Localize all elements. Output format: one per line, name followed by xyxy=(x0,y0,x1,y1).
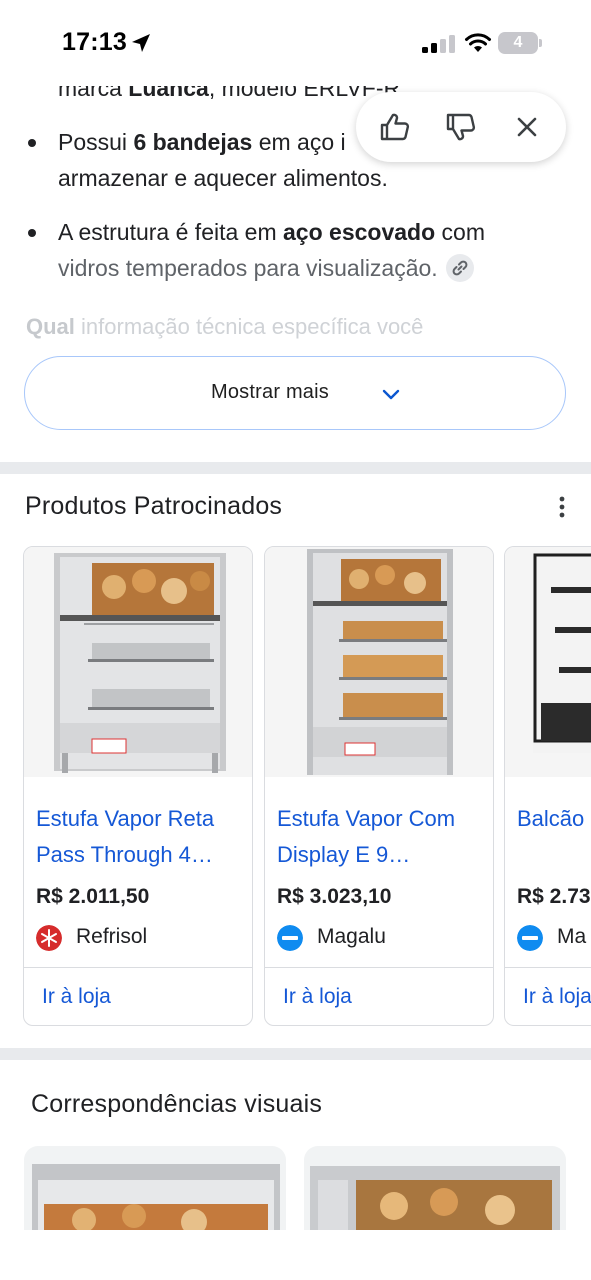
product-card[interactable]: Balcão 0,80M R$ 2.73 Ma Ir à loja xyxy=(504,546,591,1026)
magalu-logo-icon xyxy=(517,925,543,951)
product-title[interactable]: Estufa Vapor Reta Pass Through 4… xyxy=(36,801,246,873)
bullet-dot xyxy=(28,139,36,147)
bullet-dot xyxy=(28,229,36,237)
card-divider xyxy=(24,967,252,968)
source-link-icon[interactable] xyxy=(445,253,474,282)
show-more-button[interactable]: Mostrar mais xyxy=(24,356,566,430)
status-bar: 17:13 4 xyxy=(0,0,591,70)
battery-level: 4 xyxy=(498,32,538,54)
show-more-label: Mostrar mais xyxy=(211,381,329,403)
battery-indicator: 4 xyxy=(498,32,542,54)
product-image[interactable] xyxy=(265,547,493,777)
seller-name: Ma xyxy=(557,925,587,948)
card-divider xyxy=(505,967,591,968)
go-to-store-link[interactable]: Ir à loja xyxy=(42,985,111,1009)
sponsored-products-title: Produtos Patrocinados xyxy=(25,492,283,520)
visual-matches-row[interactable] xyxy=(0,1146,591,1230)
product-card[interactable]: Estufa Vapor Reta Pass Through 4… R$ 2.0… xyxy=(23,546,253,1026)
product-image[interactable] xyxy=(24,547,252,777)
close-icon[interactable] xyxy=(510,110,544,144)
product-card[interactable]: Estufa Vapor Com Display E 9… R$ 3.023,1… xyxy=(264,546,494,1026)
visual-matches-title: Correspondências visuais xyxy=(31,1090,323,1118)
product-title[interactable]: Estufa Vapor Com Display E 9… xyxy=(277,801,487,873)
answer-bullet-structure: A estrutura é feita em aço escovado com … xyxy=(28,214,568,290)
product-title[interactable]: Balcão 0,80M xyxy=(517,801,591,837)
card-divider xyxy=(265,967,493,968)
wifi-icon xyxy=(465,33,491,52)
thumbs-down-icon[interactable] xyxy=(444,110,478,144)
location-arrow-icon xyxy=(132,34,150,52)
status-time: 17:13 xyxy=(62,28,127,56)
product-price: R$ 2.011,50 xyxy=(36,885,150,908)
thumbs-up-icon[interactable] xyxy=(378,110,412,144)
visual-match-card[interactable] xyxy=(304,1146,566,1230)
product-price: R$ 2.73 xyxy=(517,885,591,908)
bullet-text: A estrutura é feita em aço escovado com … xyxy=(58,219,485,282)
section-divider xyxy=(0,462,591,474)
follow-up-question: Qual informação técnica específica você xyxy=(26,314,424,339)
more-options-icon[interactable] xyxy=(552,494,572,520)
product-price: R$ 3.023,10 xyxy=(277,885,392,908)
product-image[interactable] xyxy=(505,547,591,777)
seller-name: Magalu xyxy=(317,925,386,948)
battery-tip xyxy=(539,39,542,47)
refrisol-logo-icon xyxy=(36,925,62,951)
cellular-signal-icon xyxy=(422,35,455,53)
feedback-popup xyxy=(356,92,566,162)
magalu-logo-icon xyxy=(277,925,303,951)
sponsored-carousel[interactable]: Estufa Vapor Reta Pass Through 4… R$ 2.0… xyxy=(0,546,591,1028)
go-to-store-link[interactable]: Ir à loja xyxy=(523,985,591,1009)
visual-match-card[interactable] xyxy=(24,1146,286,1230)
section-divider xyxy=(0,1048,591,1060)
answer-cut-line: marca Luanca, modelo ERLVF-R xyxy=(58,75,401,101)
seller-name: Refrisol xyxy=(76,925,148,948)
chevron-down-icon xyxy=(382,389,400,400)
go-to-store-link[interactable]: Ir à loja xyxy=(283,985,352,1009)
